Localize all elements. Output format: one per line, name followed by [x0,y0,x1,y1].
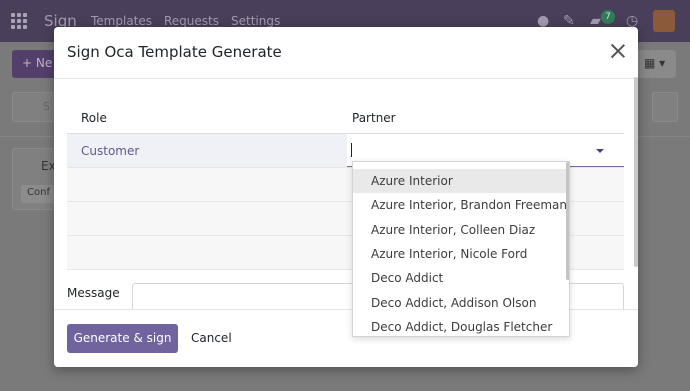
partner-option[interactable]: Deco Addict [353,266,567,290]
menu-requests[interactable]: Requests [164,14,219,28]
notification-badge: 7 [601,10,615,24]
column-role: Role [81,111,107,125]
search-options-button[interactable] [652,92,678,122]
partner-option[interactable]: Azure Interior [353,169,567,193]
partner-option[interactable]: Azure Interior, Colleen Diaz [353,218,567,242]
partner-option[interactable]: Azure Interior, Brandon Freeman [353,193,567,217]
partner-option[interactable]: Azure Interior, Nicole Ford [353,242,567,266]
dialog-title: Sign Oca Template Generate [67,43,282,61]
chevron-down-icon[interactable] [596,149,604,153]
partner-dropdown: Azure Interior Azure Interior, Brandon F… [352,161,570,337]
cancel-button[interactable]: Cancel [191,324,232,353]
generate-sign-button[interactable]: Generate & sign [67,324,178,353]
kanban-view-icon[interactable]: ▦ ▾ [636,50,676,78]
close-icon[interactable] [608,41,628,61]
dialog-scrollbar[interactable] [634,77,638,267]
menu-settings[interactable]: Settings [231,14,280,28]
message-label: Message [67,286,120,300]
text-cursor [351,143,352,157]
avatar[interactable] [653,10,675,32]
column-partner: Partner [352,111,396,125]
apps-grid-icon[interactable] [11,13,27,29]
roles-table-header: Role Partner [67,106,624,134]
dialog-header: Sign Oca Template Generate [54,27,638,79]
menu-templates[interactable]: Templates [91,14,152,28]
dropdown-scrollbar[interactable] [566,162,569,280]
partner-option[interactable]: Deco Addict, Addison Olson [353,291,567,315]
role-cell: Customer [81,144,140,158]
partner-option[interactable]: Deco Addict, Douglas Fletcher [353,315,567,336]
